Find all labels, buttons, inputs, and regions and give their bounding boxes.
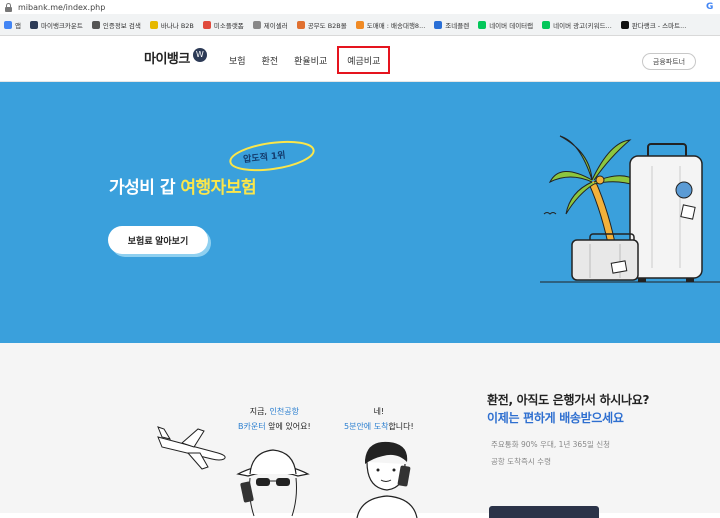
bookmark-item[interactable]: 공무도 B2B몰 [296, 20, 347, 30]
bookmark-favicon-icon [252, 20, 261, 29]
bookmark-favicon-icon [478, 20, 487, 29]
bookmark-item[interactable]: 마이뱅크카운트 [29, 20, 83, 30]
speech1-text2: 앞에 있어요! [268, 422, 311, 431]
promo-subtitle: 이제는 편하게 배송받으세요 [487, 411, 624, 425]
bookmarks-bar: 앱 마이뱅크카운트 인증정보 검색 바나나 B2B 미소플랫폼 제이셀러 공무도 B2B몰 도… [0, 14, 720, 36]
bookmark-label: 마이뱅크카운트 [40, 21, 83, 30]
speech2-text2: 합니다! [388, 422, 414, 431]
bookmark-item[interactable]: 조네플렌 [434, 20, 469, 30]
bookmark-favicon-icon [91, 20, 100, 29]
hero-title-prefix: 가성비 갑 [109, 178, 181, 198]
airplane-icon [157, 426, 226, 470]
woman-illustration [236, 449, 310, 517]
bookmark-item[interactable]: 제이셀러 [252, 20, 288, 30]
google-icon[interactable]: G [706, 2, 716, 12]
bookmark-item[interactable]: 도매매 : 배송대행8... [355, 20, 426, 30]
bookmark-item[interactable]: 인증정보 검색 [91, 20, 141, 30]
speech-bubble-man: 네! 5분안에 도착합니다! [344, 404, 414, 434]
exchange-apply-button[interactable] [489, 506, 599, 518]
bookmark-label: 네이버 광고(키워드... [553, 21, 612, 30]
url-text[interactable]: mibank.me/index.php [18, 3, 706, 12]
bookmark-label: 앱 [15, 21, 21, 30]
bookmark-label: 네이버 데이터랩 [489, 21, 534, 30]
bookmark-favicon-icon [355, 20, 364, 29]
bookmark-label: 조네플렌 [445, 21, 470, 30]
main-nav: 보험 환전 환율비교 예금비교 [222, 44, 391, 77]
speech1-highlight: 인천공항 [269, 407, 299, 416]
bookmark-label: 도매매 : 배송대행8... [366, 21, 426, 30]
bookmark-favicon-icon [149, 20, 158, 29]
bookmark-favicon-icon [542, 20, 551, 29]
address-bar[interactable]: mibank.me/index.php G [0, 0, 720, 14]
nav-deposit-compare[interactable]: 예금비교 [337, 46, 391, 74]
man-illustration [356, 441, 418, 518]
lock-icon [4, 2, 13, 12]
site-logo[interactable]: 마이뱅크 W [144, 47, 207, 67]
travel-illustration [540, 135, 720, 283]
nav-exchange[interactable]: 환전 [255, 44, 286, 77]
exchange-section: 지금, 인천공항 B카운터 앞에 있어요! 네! 5분안에 도착합니다! 환전,… [0, 343, 720, 518]
bookmark-label: 판다랭크 - 스마트... [631, 21, 687, 30]
hero-banner: 압도적 1위 가성비 갑 여행자보험 보험료 알아보기 [0, 82, 720, 343]
bookmark-item[interactable]: 바나나 B2B [149, 20, 194, 30]
bookmark-favicon-icon [434, 20, 443, 29]
bookmark-favicon-icon [620, 20, 629, 29]
speech1-highlight2: B카운터 [238, 422, 266, 431]
hero-title: 가성비 갑 여행자보험 [109, 173, 257, 198]
bookmark-label: 인증정보 검색 [102, 21, 141, 30]
speech2-highlight: 5분안에 도착 [344, 422, 389, 431]
speech-bubble-woman: 지금, 인천공항 B카운터 앞에 있어요! [238, 404, 311, 434]
bookmark-favicon-icon [29, 20, 38, 29]
bookmark-favicon-icon [202, 20, 211, 29]
check-premium-button[interactable]: 보험료 알아보기 [108, 226, 208, 254]
bookmark-favicon-icon [296, 20, 305, 29]
bookmark-item[interactable]: 네이버 데이터랩 [478, 20, 533, 30]
promo-title: 환전, 아직도 은행가서 하시나요? [487, 393, 650, 407]
bookmark-item[interactable]: 판다랭크 - 스마트... [620, 20, 687, 30]
promo-description: 주요통화 90% 우대, 1년 365일 신청 공항 도착즉시 수령 [491, 436, 610, 470]
bookmark-label: 공무도 B2B몰 [307, 21, 347, 30]
site-header: 마이뱅크 W 보험 환전 환율비교 예금비교 금융파트너 [0, 36, 720, 82]
bookmark-item[interactable]: 미소플랫폼 [202, 20, 244, 30]
hero-title-highlight: 여행자보험 [180, 178, 257, 198]
bookmark-favicon-icon [4, 20, 12, 29]
logo-text: 마이뱅크 [144, 52, 190, 67]
bookmark-label: 바나나 B2B [160, 21, 194, 30]
nav-insurance[interactable]: 보험 [222, 44, 253, 77]
bookmark-item[interactable]: 앱 [4, 20, 21, 30]
logo-badge-icon: W [192, 47, 207, 62]
speech2-text: 네! [373, 407, 385, 416]
speech1-text: 지금, [249, 407, 267, 416]
bookmark-label: 제이셀러 [263, 21, 288, 30]
promo-desc-line2: 공항 도착즉시 수령 [491, 457, 551, 466]
bookmark-item[interactable]: 네이버 광고(키워드... [542, 20, 612, 30]
promo-desc-line1: 주요통화 90% 우대, 1년 365일 신청 [491, 440, 611, 449]
bookmark-label: 미소플랫폼 [213, 21, 244, 30]
financial-partner-button[interactable]: 금융파트너 [642, 53, 696, 70]
nav-rate-compare[interactable]: 환율비교 [287, 44, 334, 77]
